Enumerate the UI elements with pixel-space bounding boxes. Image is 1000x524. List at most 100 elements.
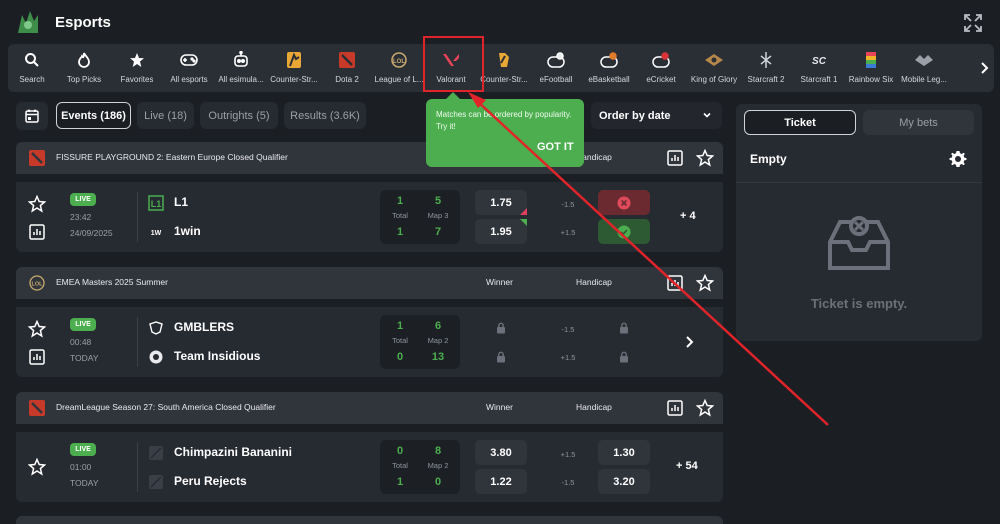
chevron-right-icon[interactable] (683, 335, 695, 349)
score-total: 1 (396, 195, 404, 207)
sport-item-search[interactable]: Search (4, 44, 60, 92)
divider (736, 182, 982, 183)
sport-item-king-of-glory[interactable]: King of Glory (686, 44, 742, 92)
sport-item-starcraft1[interactable]: SC Starcraft 1 (791, 44, 847, 92)
tab-events[interactable]: Events (186) (56, 102, 131, 129)
star-outline-icon[interactable] (28, 458, 46, 476)
live-badge: LIVE (70, 443, 96, 456)
sport-label: All esports (170, 75, 208, 84)
lock-icon (620, 322, 628, 333)
star-outline-icon[interactable] (696, 274, 714, 292)
odds-up-indicator (520, 219, 527, 226)
tab-my-bets[interactable]: My bets (863, 110, 974, 135)
column-handicap: Handicap (576, 402, 612, 412)
odds-down-indicator (520, 208, 527, 215)
sport-item-all-esimulations[interactable]: All esimula... (213, 44, 269, 92)
sport-label: All esimula... (218, 75, 264, 84)
sport-label: League of L... (374, 75, 424, 84)
score-total: 1 (396, 226, 404, 238)
league-header[interactable]: LOL EMEA Masters 2025 Summer Winner Hand… (16, 267, 723, 299)
match-row[interactable]: LIVE 23:42 24/09/2025 L1 L1 1W 1win 1 5 … (16, 182, 723, 252)
league-name: DreamLeague Season 27: South America Clo… (56, 402, 276, 412)
match-row[interactable]: LIVE 01:00 TODAY Chimpazini Bananini Per… (16, 432, 723, 502)
star-outline-icon[interactable] (696, 149, 714, 167)
lock-icon (497, 351, 505, 362)
star-outline-icon[interactable] (696, 399, 714, 417)
got-it-button[interactable]: GOT IT (537, 141, 574, 153)
svg-text:L1: L1 (151, 199, 162, 209)
sport-label: Starcraft 2 (747, 75, 785, 84)
dota2-icon (29, 150, 45, 166)
sport-item-league-of-legends[interactable]: LOL League of L... (371, 44, 427, 92)
stats-icon[interactable] (667, 150, 683, 166)
odds-button[interactable]: 1.30 (598, 440, 650, 465)
sport-item-starcraft2[interactable]: Starcraft 2 (738, 44, 794, 92)
next-league-header (16, 516, 723, 524)
odds-button-locked-win[interactable] (598, 219, 650, 244)
score-map: 5 (434, 195, 442, 207)
star-outline-icon[interactable] (28, 320, 46, 338)
annotation-highlight-box (423, 36, 484, 92)
team-logo-placeholder-icon (149, 446, 163, 460)
order-by-dropdown[interactable]: Order by date (591, 102, 722, 129)
sport-item-top-picks[interactable]: Top Picks (56, 44, 112, 92)
match-date: TODAY (70, 478, 99, 488)
tab-outrights[interactable]: Outrights (5) (200, 102, 278, 129)
sport-label: Top Picks (66, 75, 102, 84)
sport-label: King of Glory (690, 75, 738, 84)
sport-item-dota2[interactable]: Dota 2 (319, 44, 375, 92)
more-markets-link[interactable]: + 4 (680, 210, 696, 222)
score-map: 7 (434, 226, 442, 238)
stats-icon[interactable] (667, 400, 683, 416)
odds-button-locked (598, 344, 650, 369)
score-map: 13 (431, 351, 445, 363)
sport-item-ebasketball[interactable]: eBasketball (581, 44, 637, 92)
tab-results[interactable]: Results (3.6K) (284, 102, 366, 129)
league-header[interactable]: FISSURE PLAYGROUND 2: Eastern Europe Clo… (16, 142, 723, 174)
sport-item-mobile-legends[interactable]: Mobile Leg... (896, 44, 952, 92)
calendar-button[interactable] (16, 102, 48, 130)
top-bar: Esports (0, 0, 1000, 44)
divider (137, 442, 138, 492)
score-total: 0 (396, 445, 404, 457)
team-name: Chimpazini Bananini (174, 445, 293, 459)
fullscreen-icon[interactable] (963, 13, 983, 33)
odds-button[interactable]: 1.22 (475, 469, 527, 494)
odds-button[interactable]: 3.20 (598, 469, 650, 494)
sport-item-efootball[interactable]: eFootball (528, 44, 584, 92)
more-markets-link[interactable]: + 54 (676, 460, 698, 472)
sport-item-favorites[interactable]: Favorites (109, 44, 165, 92)
sport-label: Rainbow Six (848, 75, 894, 84)
star-outline-icon[interactable] (28, 195, 46, 213)
odds-button[interactable]: 3.80 (475, 440, 527, 465)
tab-live[interactable]: Live (18) (137, 102, 194, 129)
sport-item-rainbow-six[interactable]: Rainbow Six (843, 44, 899, 92)
sport-label: eFootball (539, 75, 573, 84)
sport-item-counter-strike-2[interactable]: Counter-Str... (476, 44, 532, 92)
map-label: Map 2 (427, 336, 449, 345)
sport-label: Counter-Str... (480, 75, 528, 84)
handicap-value: -1.5 (561, 200, 575, 209)
map-label: Map 2 (427, 461, 449, 470)
tab-ticket[interactable]: Ticket (744, 110, 856, 135)
gear-icon[interactable] (949, 150, 967, 168)
sport-item-ecricket[interactable]: eCricket (633, 44, 689, 92)
sport-label: Mobile Leg... (901, 75, 947, 84)
total-label: Total (392, 461, 408, 470)
match-row[interactable]: LIVE 00:48 TODAY GMBLERS Team Insidious … (16, 307, 723, 377)
score-box: 1 5 Total Map 3 1 7 (380, 190, 460, 244)
stats-icon[interactable] (29, 349, 45, 365)
score-total: 0 (396, 351, 404, 363)
odds-button-locked-loss[interactable] (598, 190, 650, 215)
match-time: 23:42 (70, 212, 92, 222)
sport-item-counter-strike[interactable]: Counter-Str... (266, 44, 322, 92)
sport-item-all-esports[interactable]: All esports (161, 44, 217, 92)
chevron-right-icon[interactable] (976, 59, 992, 77)
match-date: 24/09/2025 (70, 228, 113, 238)
starcraft1-icon: SC (812, 56, 827, 66)
stats-icon[interactable] (29, 224, 45, 240)
league-header[interactable]: DreamLeague Season 27: South America Clo… (16, 392, 723, 424)
stats-icon[interactable] (667, 275, 683, 291)
close-circle-icon (617, 196, 631, 209)
sports-nav-bar: Search Top Picks Favorites All esports A… (8, 44, 994, 92)
